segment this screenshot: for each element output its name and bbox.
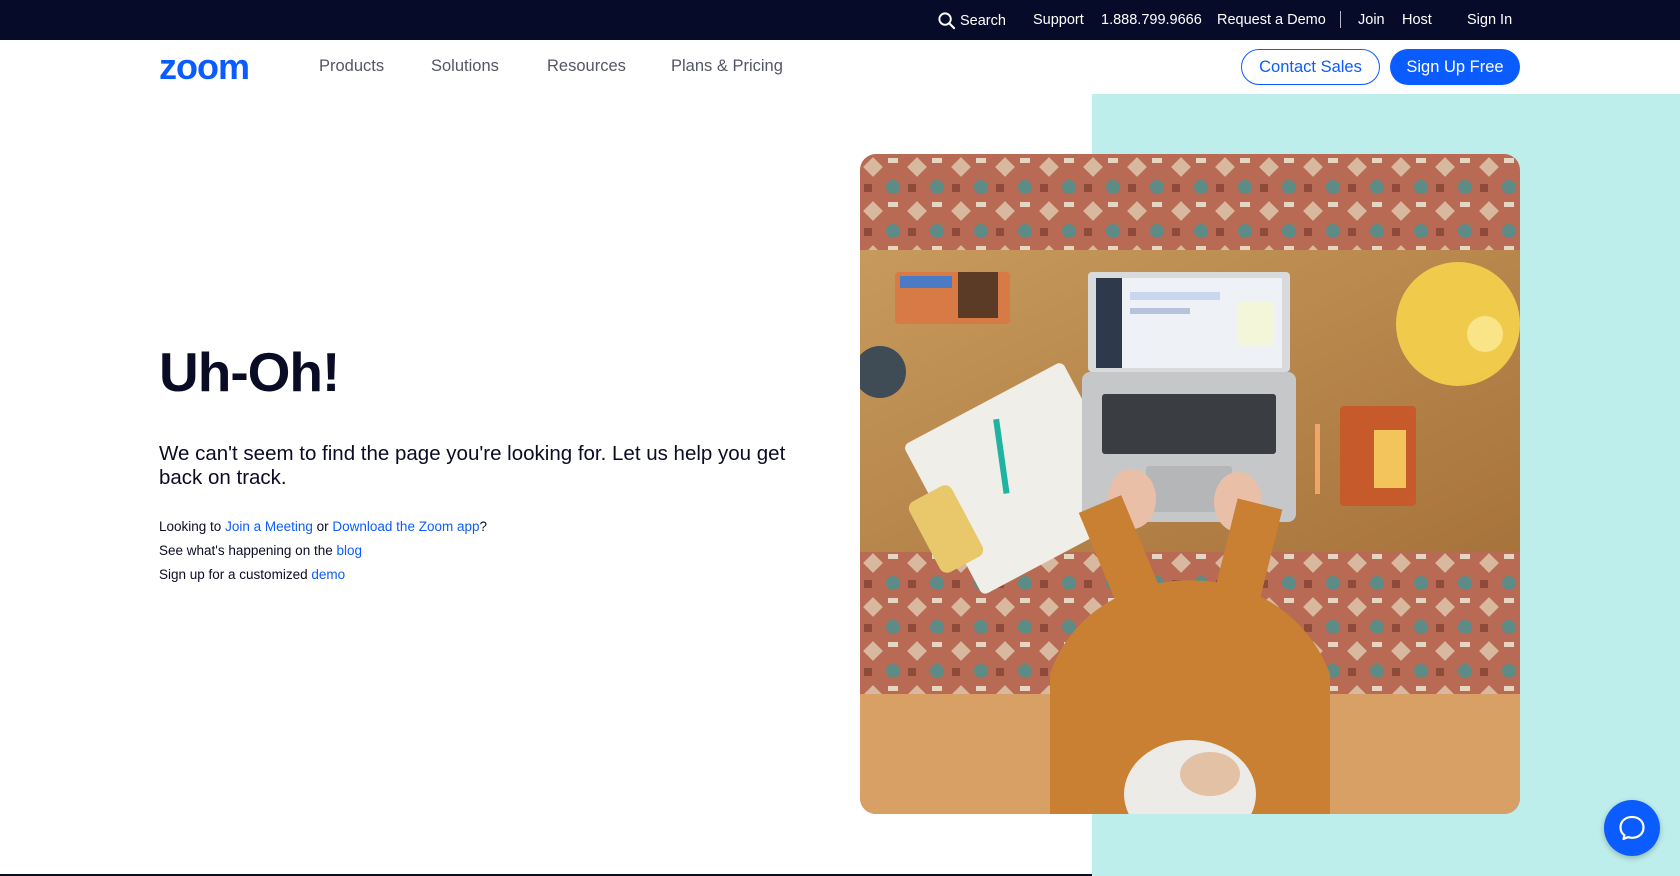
download-app-link[interactable]: Download the Zoom app: [332, 519, 479, 534]
main-nav: zoom Products Solutions Resources Plans …: [0, 40, 1680, 94]
contact-sales-button[interactable]: Contact Sales: [1241, 49, 1380, 85]
nav-plans-pricing[interactable]: Plans & Pricing: [671, 57, 783, 76]
nav-products[interactable]: Products: [319, 57, 384, 76]
help-line-demo: Sign up for a customized demo: [159, 567, 345, 582]
help-line-join: Looking to Join a Meeting or Download th…: [159, 519, 487, 534]
help-text: See what's happening on the: [159, 543, 337, 558]
help-text: Sign up for a customized: [159, 567, 312, 582]
help-text: Looking to: [159, 519, 226, 534]
svg-text:zoom: zoom: [159, 53, 249, 83]
search-label: Search: [960, 12, 1006, 29]
hero-image: [860, 154, 1520, 814]
support-link[interactable]: Support: [1033, 11, 1084, 29]
request-demo-link[interactable]: Request a Demo: [1217, 11, 1326, 29]
help-line-blog: See what's happening on the blog: [159, 543, 362, 558]
help-text: or: [312, 519, 333, 534]
desk-photo-illustration: [860, 154, 1520, 814]
divider: [1340, 11, 1341, 28]
host-link[interactable]: Host: [1402, 11, 1432, 29]
join-link[interactable]: Join: [1358, 11, 1385, 29]
error-message: We can't seem to find the page you're lo…: [159, 442, 786, 489]
join-meeting-link[interactable]: Join a Meeting: [225, 519, 313, 534]
chat-button[interactable]: [1604, 800, 1660, 856]
demo-link[interactable]: demo: [311, 567, 345, 582]
search-link[interactable]: Search: [937, 11, 1006, 30]
page-title: Uh-Oh!: [159, 341, 340, 403]
zoom-logo[interactable]: zoom: [159, 53, 275, 83]
help-text: ?: [479, 519, 487, 534]
blog-link[interactable]: blog: [336, 543, 362, 558]
utility-bar: Search Support 1.888.799.9666 Request a …: [0, 0, 1680, 40]
phone-link[interactable]: 1.888.799.9666: [1101, 11, 1202, 29]
sign-in-link[interactable]: Sign In: [1467, 11, 1512, 29]
search-icon: [938, 12, 956, 30]
nav-solutions[interactable]: Solutions: [431, 57, 499, 76]
sign-up-free-button[interactable]: Sign Up Free: [1390, 49, 1520, 85]
chat-bubble-icon: [1619, 815, 1645, 841]
nav-resources[interactable]: Resources: [547, 57, 626, 76]
